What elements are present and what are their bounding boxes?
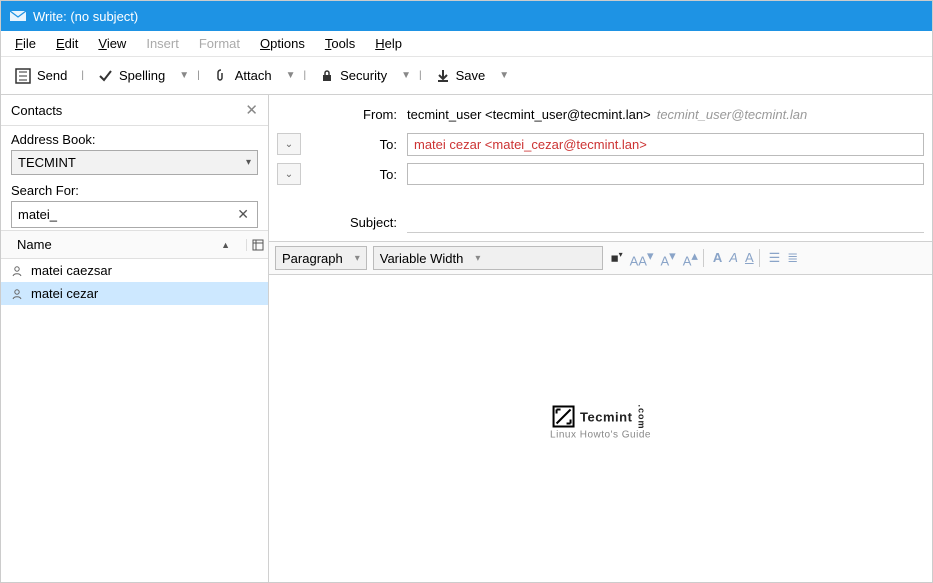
menu-format: Format [191,33,248,54]
recipient-type-dropdown[interactable]: ⌄ [277,163,301,185]
envelope-icon [9,9,27,23]
search-input[interactable] [16,204,233,225]
from-label: From: [277,107,407,122]
titlebar: Write: (no subject) [1,1,932,31]
menu-help[interactable]: Help [367,33,410,54]
check-icon [98,68,113,83]
list-item[interactable]: matei cezar [1,282,268,305]
send-icon [15,68,31,84]
download-icon [436,69,450,83]
recipient-type-dropdown[interactable]: ⌄ [277,133,301,155]
addressbook-label: Address Book: [11,132,258,147]
chevron-down-icon: ▾ [355,253,360,264]
toolbar: Send | Spelling ▼ | Attach ▼ | Security … [1,57,932,95]
contacts-list-header[interactable]: Name ▲ [1,230,268,259]
text-color-icon[interactable]: ■▾ [609,250,625,265]
window-title: Write: (no subject) [33,9,138,24]
list-item[interactable]: matei caezsar [1,259,268,282]
name-column: Name [17,237,52,252]
contacts-sidebar: Contacts ✕ Address Book: TECMINT ▾ Searc… [1,95,269,582]
bullet-list-icon[interactable]: ☰ [767,250,783,266]
contacts-title: Contacts [11,103,62,118]
separator: | [302,70,309,81]
dropdown-arrow[interactable]: ▼ [284,70,298,81]
paragraph-select[interactable]: Paragraph ▾ [275,246,367,270]
to-label: To: [307,167,407,182]
subject-label: Subject: [277,215,407,230]
chevron-down-icon: ▾ [475,253,480,264]
lock-icon [320,69,334,83]
menu-tools[interactable]: Tools [317,33,363,54]
person-icon [11,288,25,300]
numbered-list-icon[interactable]: ≣ [785,250,800,266]
separator: | [195,70,202,81]
close-icon[interactable]: ✕ [245,101,258,119]
dropdown-arrow[interactable]: ▼ [399,70,413,81]
column-picker-icon[interactable] [246,239,268,251]
send-button[interactable]: Send [7,64,75,88]
security-button[interactable]: Security [312,64,395,87]
menu-edit[interactable]: Edit [48,33,86,54]
subject-input[interactable] [407,211,924,233]
underline-icon[interactable]: A [743,250,756,265]
to-field-1[interactable]: matei cezar <matei_cezar@tecmint.lan> [407,133,924,156]
dropdown-arrow[interactable]: ▼ [497,70,511,81]
chevron-down-icon: ▾ [246,157,251,168]
person-icon [11,265,25,277]
menubar: File Edit View Insert Format Options Too… [1,31,932,57]
from-identity[interactable]: tecmint_user@tecmint.lan [657,107,807,122]
compose-main: From: tecmint_user <tecmint_user@tecmint… [269,95,932,582]
bold-icon[interactable]: A [711,250,724,265]
font-select[interactable]: Variable Width ▾ [373,246,603,270]
save-button[interactable]: Save [428,64,494,87]
search-label: Search For: [11,183,258,198]
attach-button[interactable]: Attach [206,64,280,87]
addressbook-select[interactable]: TECMINT ▾ [11,150,258,175]
watermark: Tecmint .com Linux Howto's Guide [550,404,651,441]
message-body[interactable]: Tecmint .com Linux Howto's Guide [269,275,932,582]
font-size-down-icon[interactable]: AA▾ [628,248,656,268]
font-size-larger-icon[interactable]: A▴ [681,248,700,268]
menu-view[interactable]: View [90,33,134,54]
from-value[interactable]: tecmint_user <tecmint_user@tecmint.lan> [407,107,651,122]
separator: | [417,70,424,81]
to-label: To: [307,137,407,152]
separator: | [79,70,86,81]
font-size-smaller-icon[interactable]: A▾ [659,248,678,268]
clear-icon[interactable]: ✕ [233,206,253,223]
menu-options[interactable]: Options [252,33,313,54]
menu-file[interactable]: File [7,33,44,54]
spelling-button[interactable]: Spelling [90,64,173,87]
to-field-2[interactable] [407,163,924,185]
italic-icon[interactable]: A [727,250,740,265]
menu-insert: Insert [138,33,187,54]
paperclip-icon [214,68,229,83]
dropdown-arrow[interactable]: ▼ [177,70,191,81]
sort-asc-icon: ▲ [221,240,230,250]
format-toolbar: Paragraph ▾ Variable Width ▾ ■▾ AA▾ A▾ A… [269,241,932,275]
